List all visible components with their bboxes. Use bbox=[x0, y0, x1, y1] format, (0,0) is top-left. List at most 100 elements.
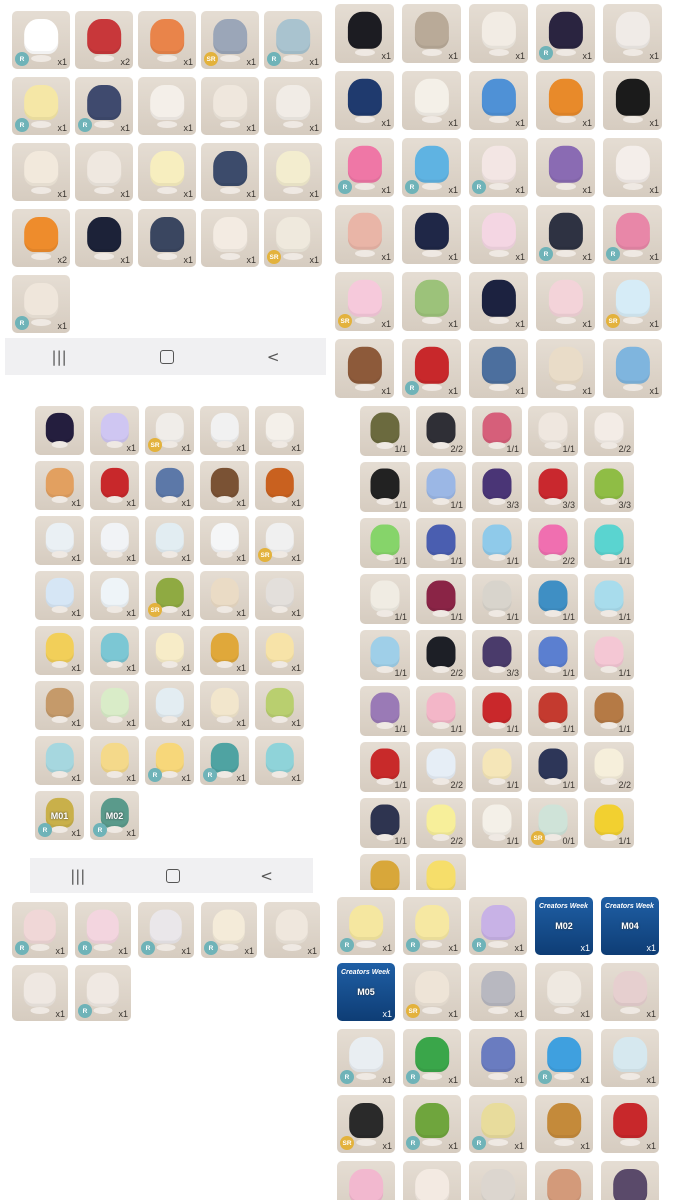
inventory-item-tile[interactable]: x1 bbox=[12, 965, 68, 1021]
inventory-item-tile[interactable]: x1 bbox=[200, 516, 249, 565]
recent-apps-icon[interactable]: ||| bbox=[70, 867, 85, 885]
inventory-item-tile[interactable]: x1 bbox=[402, 272, 461, 331]
inventory-item-tile[interactable]: SR x1 bbox=[201, 11, 259, 69]
inventory-item-tile[interactable]: x1 bbox=[90, 406, 139, 455]
inventory-item-tile[interactable]: x1 bbox=[255, 736, 304, 785]
inventory-item-tile[interactable]: x1 bbox=[469, 272, 528, 331]
inventory-item-tile[interactable]: 1/1 bbox=[360, 406, 410, 456]
inventory-item-tile[interactable]: x2 bbox=[12, 209, 70, 267]
inventory-item-tile[interactable]: SR x1 bbox=[145, 406, 194, 455]
inventory-item-tile[interactable]: x1 bbox=[335, 4, 394, 63]
inventory-item-tile[interactable]: 2/2 bbox=[416, 406, 466, 456]
inventory-item-tile[interactable]: Rx1 bbox=[75, 77, 133, 135]
back-icon[interactable]: < bbox=[260, 867, 273, 885]
inventory-item-tile[interactable]: 1/1 bbox=[584, 798, 634, 848]
inventory-item-tile[interactable]: Rx1 bbox=[403, 1095, 461, 1153]
back-icon[interactable]: < bbox=[267, 348, 280, 366]
inventory-item-tile[interactable]: x1 bbox=[469, 205, 528, 264]
inventory-item-tile[interactable]: 1/1 bbox=[472, 406, 522, 456]
inventory-item-tile[interactable]: SR x1 bbox=[337, 1095, 395, 1153]
inventory-item-tile[interactable]: SR x1 bbox=[264, 209, 322, 267]
inventory-item-tile[interactable]: SR x1 bbox=[145, 571, 194, 620]
inventory-item-tile[interactable]: Rx1 bbox=[335, 138, 394, 197]
inventory-item-tile[interactable]: SR x1 bbox=[255, 516, 304, 565]
inventory-item-tile[interactable]: Rx1 bbox=[75, 965, 131, 1021]
inventory-item-tile[interactable]: Rx1 bbox=[138, 902, 194, 958]
inventory-item-tile[interactable]: 2/2 bbox=[528, 518, 578, 568]
inventory-item-tile[interactable]: 1/1 bbox=[416, 462, 466, 512]
inventory-item-tile[interactable]: 1/1 bbox=[360, 462, 410, 512]
inventory-item-tile[interactable]: x1 bbox=[200, 461, 249, 510]
inventory-item-tile[interactable]: x1 bbox=[255, 626, 304, 675]
inventory-item-tile[interactable]: 3/3 bbox=[528, 462, 578, 512]
inventory-item-tile[interactable]: x1 bbox=[145, 626, 194, 675]
inventory-item-tile[interactable]: Rx1 bbox=[403, 1029, 461, 1087]
inventory-item-tile[interactable]: x1 bbox=[255, 406, 304, 455]
inventory-item-tile[interactable]: 1/1 bbox=[584, 630, 634, 680]
inventory-item-tile[interactable]: x1 bbox=[536, 339, 595, 398]
inventory-item-tile[interactable]: 1/1 bbox=[416, 574, 466, 624]
inventory-item-tile[interactable]: x1 bbox=[264, 77, 322, 135]
inventory-item-tile[interactable]: x1 bbox=[536, 71, 595, 130]
inventory-item-tile[interactable]: x1 bbox=[469, 4, 528, 63]
inventory-item-tile[interactable]: SR 0/1 bbox=[528, 798, 578, 848]
inventory-item-tile[interactable]: x1 bbox=[35, 461, 84, 510]
inventory-item-tile[interactable]: 1/1 bbox=[584, 686, 634, 736]
inventory-item-tile[interactable]: 1/1 bbox=[416, 518, 466, 568]
inventory-item-tile[interactable]: SR x1 bbox=[403, 963, 461, 1021]
inventory-item-tile[interactable]: 1/1 bbox=[528, 742, 578, 792]
inventory-item-tile[interactable]: 1/1 bbox=[472, 518, 522, 568]
inventory-item-tile[interactable]: x1 bbox=[255, 681, 304, 730]
inventory-item-tile[interactable]: x1 bbox=[535, 963, 593, 1021]
inventory-item-tile[interactable]: x1 bbox=[201, 143, 259, 201]
inventory-item-tile[interactable]: Rx1 bbox=[603, 205, 662, 264]
inventory-item-tile[interactable]: 1/1 bbox=[584, 518, 634, 568]
inventory-item-tile[interactable]: x1 bbox=[75, 209, 133, 267]
inventory-item-tile[interactable]: Rx1 bbox=[337, 1029, 395, 1087]
inventory-item-tile[interactable]: x1 bbox=[603, 138, 662, 197]
inventory-item-tile[interactable]: 2/2 bbox=[416, 798, 466, 848]
inventory-item-tile[interactable]: x1 bbox=[536, 138, 595, 197]
inventory-item-tile[interactable]: x1 bbox=[200, 626, 249, 675]
inventory-item-tile[interactable]: x1 bbox=[90, 736, 139, 785]
inventory-item-tile[interactable]: Rx1 bbox=[12, 77, 70, 135]
inventory-item-tile[interactable]: x1 bbox=[138, 77, 196, 135]
inventory-item-tile[interactable]: SR x1 bbox=[335, 272, 394, 331]
inventory-item-tile[interactable]: 1/1 bbox=[472, 574, 522, 624]
inventory-item-tile[interactable]: x1 bbox=[255, 571, 304, 620]
inventory-item-tile[interactable]: x1 bbox=[138, 143, 196, 201]
inventory-item-tile[interactable]: 1/1 bbox=[360, 686, 410, 736]
inventory-item-tile[interactable]: x1 bbox=[201, 209, 259, 267]
inventory-item-tile[interactable]: 1/1 bbox=[416, 686, 466, 736]
inventory-item-tile[interactable]: 1/1 bbox=[360, 742, 410, 792]
inventory-item-tile[interactable]: x1 bbox=[138, 209, 196, 267]
inventory-item-tile[interactable]: x1 bbox=[12, 143, 70, 201]
inventory-item-tile[interactable]: SR x1 bbox=[603, 272, 662, 331]
inventory-item-tile[interactable]: x1 bbox=[603, 71, 662, 130]
inventory-item-tile[interactable]: x1 bbox=[402, 205, 461, 264]
inventory-item-tile[interactable]: x1 bbox=[601, 1095, 659, 1153]
inventory-item-tile[interactable]: x2 bbox=[75, 11, 133, 69]
inventory-item-tile[interactable]: Creators Week M02 x1 bbox=[535, 897, 593, 955]
inventory-item-tile[interactable]: Creators Week M05 x1 bbox=[337, 963, 395, 1021]
inventory-item-tile[interactable]: Rx1 bbox=[535, 1029, 593, 1087]
inventory-item-tile[interactable]: x1 bbox=[601, 1029, 659, 1087]
inventory-item-tile[interactable]: 2/2 bbox=[584, 742, 634, 792]
inventory-item-tile[interactable] bbox=[35, 406, 84, 455]
inventory-item-tile[interactable] bbox=[337, 1161, 395, 1200]
inventory-item-tile[interactable]: x1 bbox=[603, 4, 662, 63]
inventory-item-tile[interactable]: x1 bbox=[603, 339, 662, 398]
inventory-item-tile[interactable]: x1 bbox=[255, 461, 304, 510]
inventory-item-tile[interactable]: x1 bbox=[402, 71, 461, 130]
inventory-item-tile[interactable]: x1 bbox=[536, 272, 595, 331]
inventory-item-tile[interactable] bbox=[601, 1161, 659, 1200]
inventory-item-tile[interactable]: x1 bbox=[335, 339, 394, 398]
inventory-item-tile[interactable]: 3/3 bbox=[584, 462, 634, 512]
inventory-item-tile[interactable]: 1/1 bbox=[360, 518, 410, 568]
inventory-item-tile[interactable]: x1 bbox=[35, 681, 84, 730]
inventory-item-tile[interactable]: x1 bbox=[200, 571, 249, 620]
inventory-item-tile[interactable]: M01 Rx1 bbox=[35, 791, 84, 840]
inventory-item-tile[interactable]: x1 bbox=[90, 516, 139, 565]
inventory-item-tile[interactable]: x1 bbox=[35, 571, 84, 620]
inventory-item-tile[interactable] bbox=[416, 854, 466, 890]
